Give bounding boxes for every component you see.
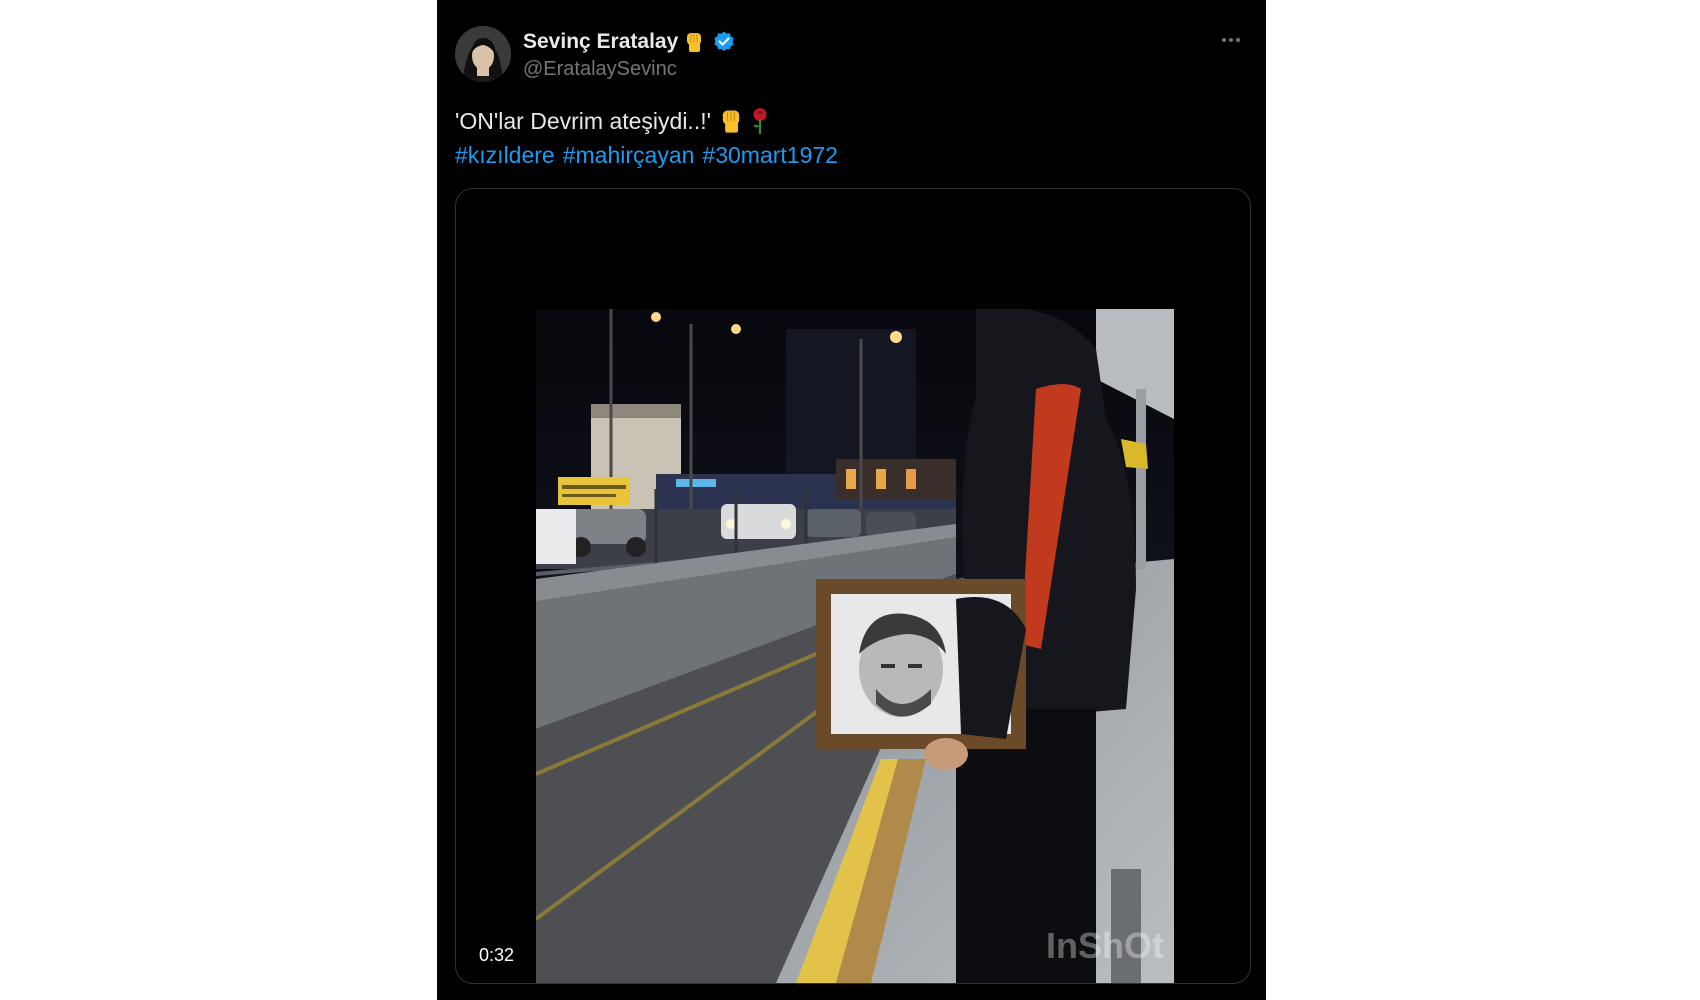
dot-icon — [1222, 38, 1226, 42]
tweet-text-line: 'ON'lar Devrim ateşiydi..!' — [455, 104, 1245, 138]
more-options-button[interactable] — [1216, 30, 1246, 50]
dot-icon — [1229, 38, 1233, 42]
video-still-image — [536, 309, 1174, 983]
video-frame[interactable]: InShOt — [536, 309, 1174, 983]
tweet-card: Sevinç Eratalay @EratalaySevinc 'ON'lar … — [437, 0, 1266, 1000]
inshot-watermark: InShOt — [1046, 925, 1164, 966]
raised-fist-icon — [717, 107, 745, 135]
author-display-name[interactable]: Sevinç Eratalay — [523, 30, 678, 54]
hashtag-list: #kızıldere #mahirçayan #30mart1972 — [455, 138, 1245, 172]
hashtag-link[interactable]: #mahirçayan — [563, 138, 695, 172]
tweet-text: 'ON'lar Devrim ateşiydi..!' #kızıldere #… — [455, 104, 1245, 172]
tweet-body: 'ON'lar Devrim ateşiydi..!' — [455, 108, 711, 134]
dot-icon — [1236, 38, 1240, 42]
verified-badge-icon[interactable] — [712, 30, 736, 54]
video-duration-badge: 0:32 — [470, 942, 524, 969]
hashtag-link[interactable]: #30mart1972 — [702, 138, 838, 172]
video-player[interactable]: InShOt 0:32 — [455, 188, 1251, 984]
author-handle[interactable]: @EratalaySevinc — [523, 58, 677, 81]
avatar[interactable] — [455, 26, 511, 82]
rose-icon — [747, 107, 773, 135]
hashtag-link[interactable]: #kızıldere — [455, 138, 555, 172]
author-name-row: Sevinç Eratalay — [523, 28, 736, 56]
raised-fist-icon — [682, 30, 706, 54]
